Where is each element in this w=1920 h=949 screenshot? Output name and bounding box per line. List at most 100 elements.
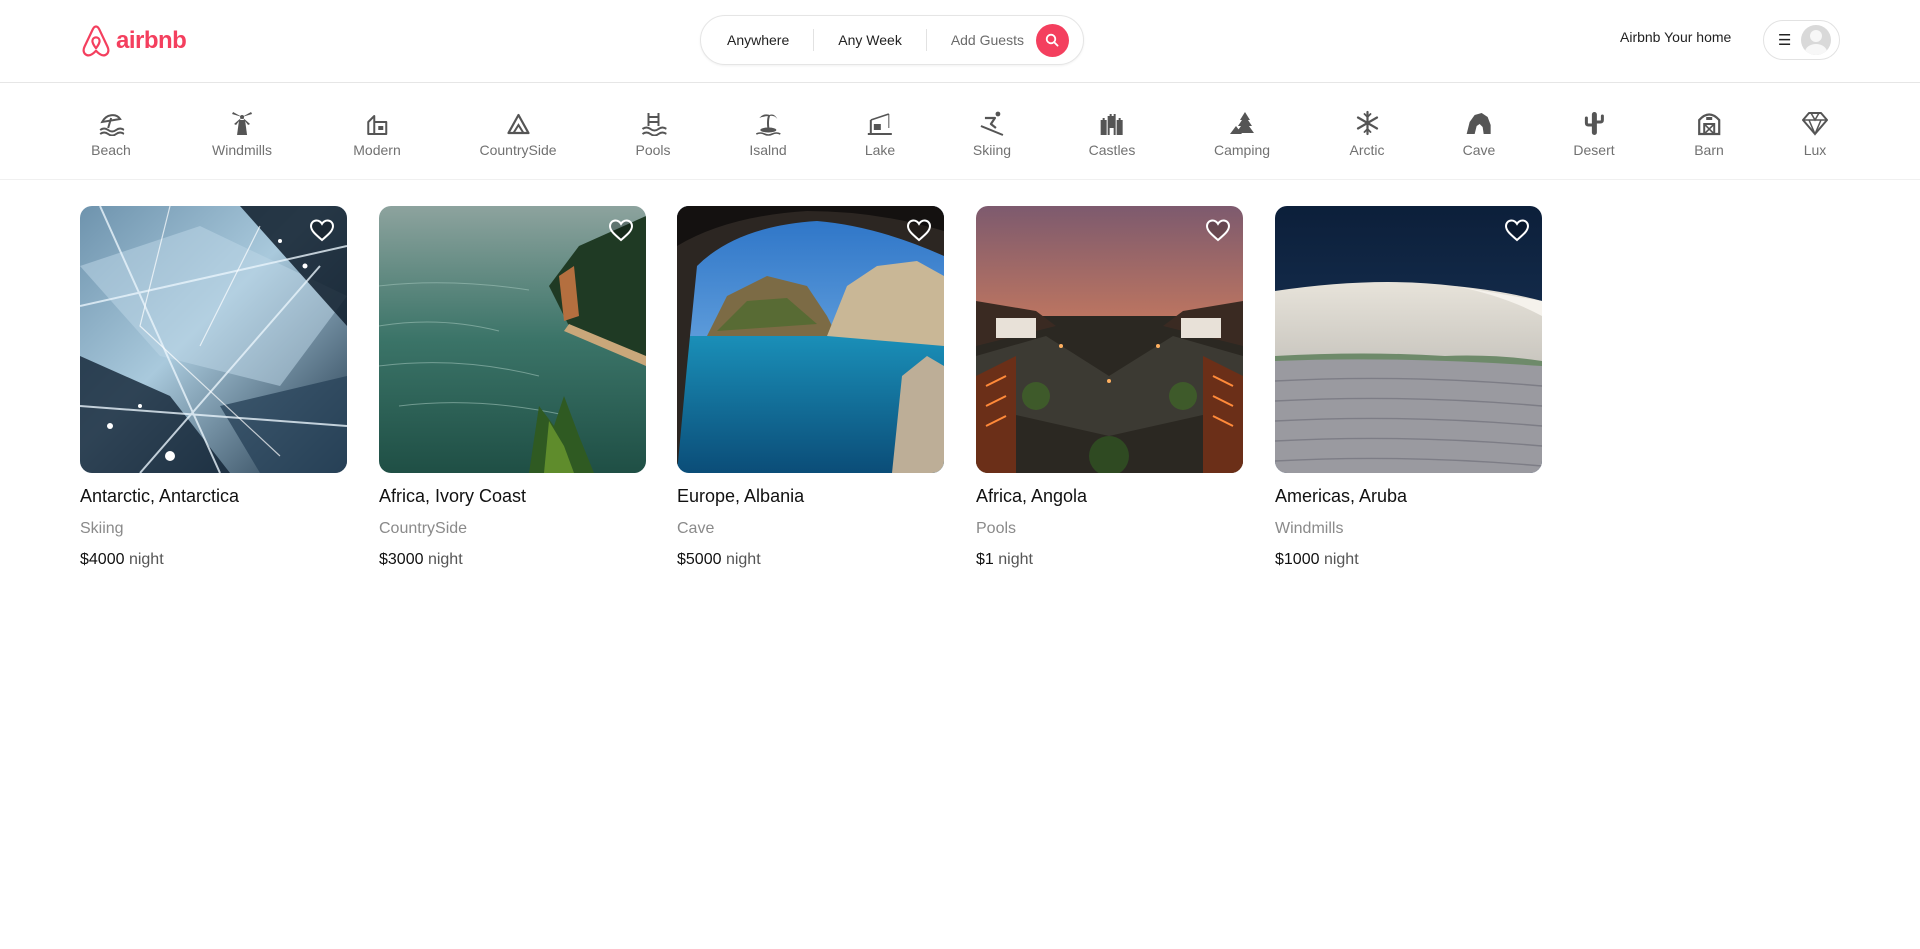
listing-card[interactable]: Antarctic, Antarctica Skiing $4000 night [80, 206, 347, 570]
listing-photo[interactable] [379, 206, 646, 473]
search-guests[interactable]: Add Guests [927, 32, 1036, 48]
favorite-heart-icon[interactable] [1205, 218, 1231, 242]
category-castles[interactable]: Castles [1088, 108, 1136, 158]
category-label: Beach [91, 142, 131, 158]
listing-category: Windmills [1275, 520, 1344, 537]
price-unit: night [128, 551, 164, 568]
category-pools[interactable]: Pools [635, 108, 671, 158]
listing-card[interactable]: Africa, Ivory Coast CountrySide $3000 ni… [379, 206, 646, 570]
price-value: $5000 [677, 551, 722, 568]
diamond-icon [1802, 108, 1828, 138]
favorite-heart-icon[interactable] [1504, 218, 1530, 242]
category-beach[interactable]: Beach [91, 108, 131, 158]
rooftops-photo [976, 206, 1243, 473]
castle-icon [1099, 108, 1125, 138]
category-island[interactable]: Isalnd [749, 108, 787, 158]
mountain-icon [505, 108, 531, 138]
category-cave[interactable]: Cave [1462, 108, 1496, 158]
listing-photo[interactable] [677, 206, 944, 473]
listing-price: $1000 night [1275, 550, 1542, 570]
category-label: Arctic [1349, 142, 1385, 158]
price-value: $3000 [379, 551, 424, 568]
category-camping[interactable]: Camping [1214, 108, 1270, 158]
listing-photo[interactable] [976, 206, 1243, 473]
listing-category: Skiing [80, 520, 124, 537]
price-unit: night [427, 551, 463, 568]
camping-icon [1229, 108, 1255, 138]
category-arctic[interactable]: Arctic [1350, 108, 1385, 158]
modern-house-icon [364, 108, 390, 138]
category-label: Cave [1462, 142, 1496, 158]
airbnb-logo-icon [82, 25, 110, 57]
listing-category: CountrySide [379, 520, 468, 537]
listing-location: Antarctic, Antarctica [80, 486, 240, 506]
user-menu-button[interactable]: ☰ [1763, 20, 1840, 60]
price-value: $1 [976, 551, 994, 568]
brand-name: airbnb [116, 27, 187, 54]
hamburger-icon: ☰ [1778, 31, 1792, 49]
windmill-icon [229, 108, 255, 138]
listing-photo[interactable] [80, 206, 347, 473]
listing-photo[interactable] [1275, 206, 1542, 473]
price-value: $4000 [80, 551, 125, 568]
category-label: Modern [353, 142, 401, 158]
island-icon [755, 108, 781, 138]
lake-icon [867, 108, 893, 138]
listing-location: Americas, Aruba [1275, 486, 1408, 506]
category-label: Barn [1694, 142, 1724, 158]
listing-price: $4000 night [80, 550, 347, 570]
listing-card[interactable]: Europe, Albania Cave $5000 night [677, 206, 944, 570]
price-value: $1000 [1275, 551, 1320, 568]
listing-location: Europe, Albania [677, 486, 805, 506]
lake-cliff-photo [379, 206, 646, 473]
dunes-photo [1275, 206, 1542, 473]
category-skiing[interactable]: Skiing [973, 108, 1011, 158]
price-unit: night [1323, 551, 1359, 568]
cave-icon [1466, 108, 1492, 138]
search-icon [1046, 33, 1059, 47]
top-navbar: airbnb Anywhere Any Week Add Guests Airb… [0, 0, 1920, 83]
search-bar[interactable]: Anywhere Any Week Add Guests [700, 15, 1084, 65]
listing-category: Cave [677, 520, 715, 537]
category-modern[interactable]: Modern [353, 108, 401, 158]
favorite-heart-icon[interactable] [608, 218, 634, 242]
category-label: Lake [864, 142, 896, 158]
listing-card[interactable]: Africa, Angola Pools $1 night [976, 206, 1243, 570]
category-label: Desert [1573, 142, 1615, 158]
cactus-icon [1581, 108, 1607, 138]
category-label: Lux [1803, 142, 1827, 158]
category-label: CountrySide [479, 142, 557, 158]
user-avatar [1801, 25, 1832, 55]
sea-cave-photo [677, 206, 944, 473]
beach-icon [98, 108, 124, 138]
category-countryside[interactable]: CountrySide [479, 108, 557, 158]
category-barn[interactable]: Barn [1694, 108, 1724, 158]
airbnb-logo[interactable]: airbnb [80, 24, 187, 58]
listing-location: Africa, Angola [976, 486, 1088, 506]
category-windmills[interactable]: Windmills [212, 108, 272, 158]
pool-icon [640, 108, 666, 138]
listing-card[interactable]: Americas, Aruba Windmills $1000 night [1275, 206, 1542, 570]
listing-price: $5000 night [677, 550, 944, 570]
search-button[interactable] [1035, 23, 1069, 57]
favorite-heart-icon[interactable] [309, 218, 335, 242]
category-label: Camping [1213, 142, 1271, 158]
category-label: Isalnd [749, 142, 787, 158]
category-label: Castles [1088, 142, 1136, 158]
favorite-heart-icon[interactable] [906, 218, 932, 242]
barn-icon [1696, 108, 1722, 138]
category-lux[interactable]: Lux [1802, 108, 1828, 158]
price-unit: night [998, 551, 1033, 568]
host-your-home-link[interactable]: Airbnb Your home [1620, 29, 1731, 45]
price-unit: night [725, 551, 761, 568]
listing-price: $1 night [976, 550, 1243, 570]
snowflake-icon [1354, 108, 1380, 138]
search-where[interactable]: Anywhere [701, 32, 813, 48]
search-when[interactable]: Any Week [814, 32, 926, 48]
category-lake[interactable]: Lake [865, 108, 895, 158]
category-label: Windmills [212, 142, 272, 158]
category-label: Pools [635, 142, 671, 158]
category-desert[interactable]: Desert [1573, 108, 1615, 158]
listing-price: $3000 night [379, 550, 646, 570]
skiing-icon [979, 108, 1005, 138]
